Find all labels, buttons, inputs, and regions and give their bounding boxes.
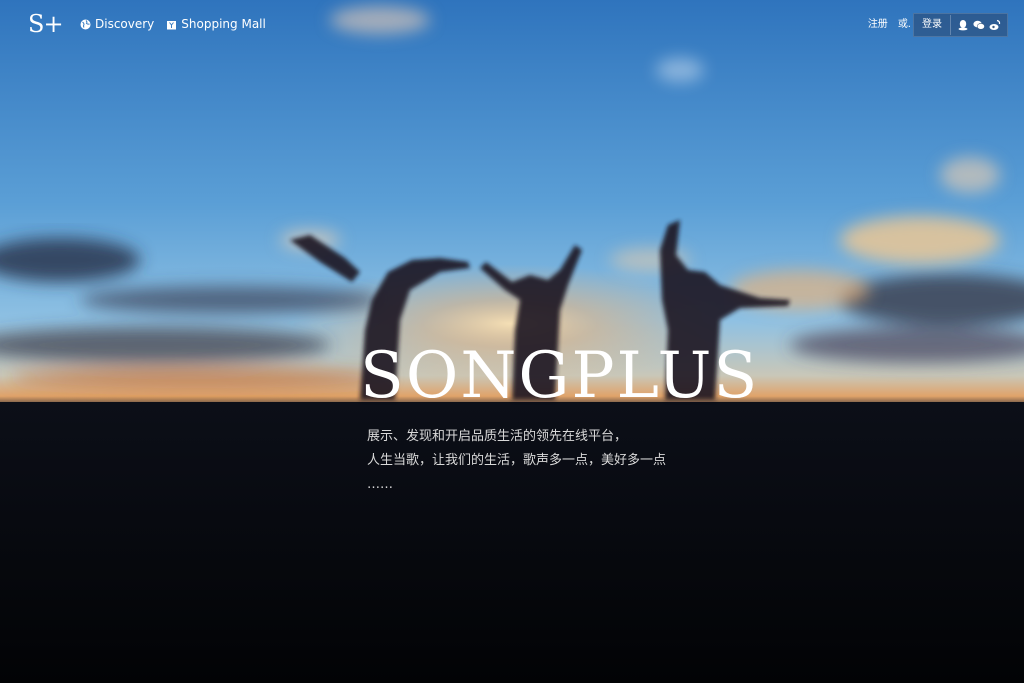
nav-item-shopping-mall[interactable]: Shopping Mall xyxy=(166,16,266,32)
tagline-line: …… xyxy=(367,477,393,492)
nav-label: Shopping Mall xyxy=(181,17,266,31)
or-separator: 或. xyxy=(897,19,911,30)
site-logo[interactable]: S+ xyxy=(28,9,64,39)
wechat-icon[interactable] xyxy=(973,19,985,31)
auth-area: 注册 或. 登录 xyxy=(863,13,1008,37)
globe-icon xyxy=(80,19,91,30)
main-nav: Discovery Shopping Mall xyxy=(80,16,266,32)
register-link[interactable]: 注册 xyxy=(863,14,893,36)
login-button[interactable]: 登录 xyxy=(914,15,951,35)
brand-title: SONGPLUS xyxy=(360,339,760,413)
social-login-icons xyxy=(951,19,1007,31)
top-navigation-bar: S+ Discovery Shopping Mall 注册 或. 登录 xyxy=(0,0,1024,50)
weibo-icon[interactable] xyxy=(989,19,1001,31)
tagline-line: 人生当歌，让我们的生活，歌声多一点，美好多一点 xyxy=(367,453,667,468)
nav-item-discovery[interactable]: Discovery xyxy=(80,16,154,32)
shopping-bag-icon xyxy=(166,19,177,30)
qq-icon[interactable] xyxy=(957,19,969,31)
login-box: 登录 xyxy=(913,13,1008,37)
tagline-line: 展示、发现和开启品质生活的领先在线平台， xyxy=(367,429,628,444)
landing-page: S+ Discovery Shopping Mall 注册 或. 登录 SONG… xyxy=(0,0,1024,683)
nav-label: Discovery xyxy=(95,17,155,31)
tagline: 展示、发现和开启品质生活的领先在线平台， 人生当歌，让我们的生活，歌声多一点，美… xyxy=(367,425,666,497)
